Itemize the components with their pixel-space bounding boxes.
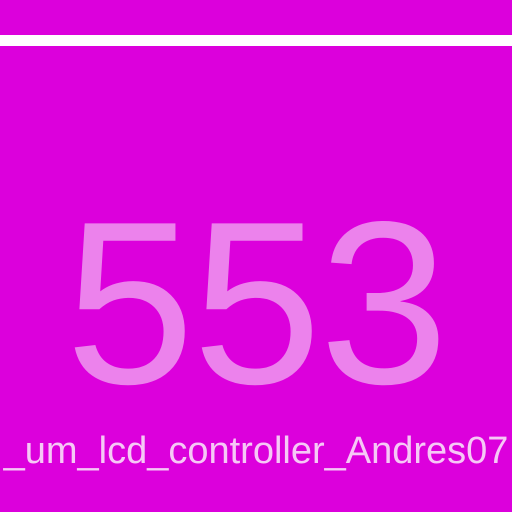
identifier-label: _um_lcd_controller_Andres07	[3, 430, 509, 472]
big-number-display: 553	[65, 174, 448, 433]
top-divider-bar	[0, 35, 512, 46]
